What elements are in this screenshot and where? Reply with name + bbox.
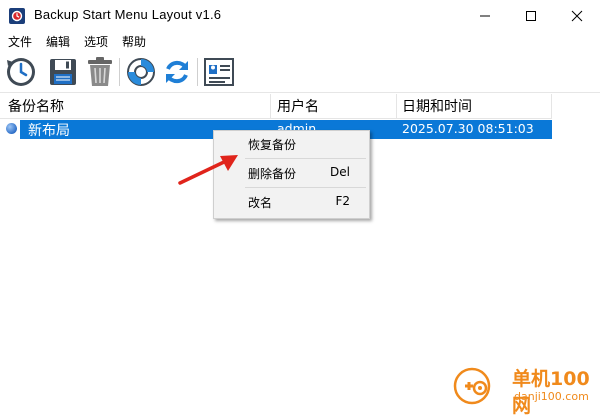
menu-file[interactable]: 文件: [8, 33, 32, 50]
list-header: 备份名称 用户名 日期和时间: [0, 94, 552, 119]
app-icon: [9, 8, 25, 24]
watermark-logo-icon: [453, 367, 491, 405]
context-item-label: 删除备份: [248, 167, 297, 181]
id-card-icon: [204, 58, 234, 86]
title-bar[interactable]: Backup Start Menu Layout v1.6: [0, 0, 600, 32]
minimize-icon: [480, 15, 490, 17]
column-header-name[interactable]: 备份名称: [8, 96, 64, 116]
trash-icon: [88, 57, 112, 86]
save-icon: [50, 59, 76, 85]
restore-button[interactable]: [124, 55, 158, 89]
app-window: Backup Start Menu Layout v1.6 文件 编辑 选项 帮…: [0, 0, 600, 417]
backup-button[interactable]: [4, 55, 38, 89]
backup-item-icon: [6, 123, 17, 134]
refresh-button[interactable]: [160, 55, 194, 89]
minimize-button[interactable]: [462, 0, 508, 32]
menu-options[interactable]: 选项: [84, 33, 108, 50]
toolbar-separator: [119, 58, 120, 86]
window-title: Backup Start Menu Layout v1.6: [34, 7, 222, 22]
menu-bar: 文件 编辑 选项 帮助: [0, 32, 600, 52]
context-item-label: 恢复备份: [248, 138, 297, 152]
menu-edit[interactable]: 编辑: [46, 33, 70, 50]
annotation-arrow-icon: [178, 155, 238, 185]
lifebuoy-icon: [127, 58, 155, 86]
column-header-datetime[interactable]: 日期和时间: [402, 96, 472, 116]
menu-separator: [245, 187, 366, 188]
column-divider[interactable]: [396, 94, 397, 118]
context-item-label: 改名: [248, 196, 273, 210]
backup-clock-icon: [7, 58, 35, 86]
context-item-rename[interactable]: 改名 F2: [215, 191, 368, 213]
delete-button[interactable]: [83, 55, 117, 89]
menu-help[interactable]: 帮助: [122, 33, 146, 50]
info-button[interactable]: [202, 55, 236, 89]
maximize-icon: [526, 11, 536, 21]
column-divider[interactable]: [270, 94, 271, 118]
backup-datetime: 2025.07.30 08:51:03: [402, 121, 534, 136]
maximize-button[interactable]: [508, 0, 554, 32]
context-item-shortcut: Del: [330, 165, 350, 179]
watermark: 单机100网 danji100.com: [450, 364, 600, 417]
toolbar-separator: [197, 58, 198, 86]
toolbar: [0, 52, 600, 93]
menu-separator: [245, 158, 366, 159]
save-button[interactable]: [46, 55, 80, 89]
context-item-shortcut: F2: [335, 194, 350, 208]
column-divider[interactable]: [551, 94, 552, 118]
refresh-icon: [166, 60, 188, 84]
column-header-user[interactable]: 用户名: [277, 96, 319, 116]
close-icon: [571, 10, 583, 22]
close-button[interactable]: [554, 0, 600, 32]
watermark-url: danji100.com: [514, 390, 589, 403]
backup-name: 新布局: [28, 123, 70, 139]
